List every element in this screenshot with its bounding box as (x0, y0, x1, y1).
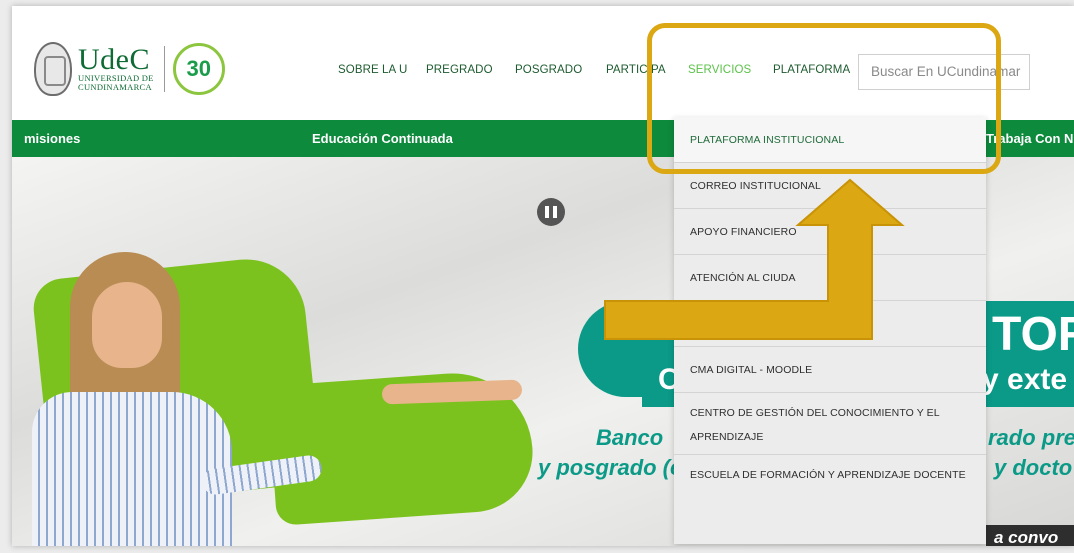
anniversary-badge: 30 (172, 43, 225, 95)
logo-divider (163, 46, 165, 92)
hero-convocatoria-text: a convo (986, 525, 1074, 546)
dropdown-item-hidden[interactable] (674, 301, 986, 347)
dropdown-item-centro-gestion[interactable]: CENTRO DE GESTIÓN DEL CONOCIMIENTO Y EL … (674, 393, 986, 455)
servicios-dropdown: PLATAFORMA INSTITUCIONAL CORREO INSTITUC… (674, 117, 986, 544)
university-seal-icon (34, 42, 72, 96)
nav-posgrado[interactable]: POSGRADO (515, 64, 582, 76)
person-shirt (32, 392, 232, 546)
dropdown-item-apoyo-financiero[interactable]: APOYO FINANCIERO (674, 209, 986, 255)
dropdown-item-escuela-formacion[interactable]: ESCUELA DE FORMACIÓN Y APRENDIZAJE DOCEN… (674, 455, 986, 517)
logo-subtitle-2: CUNDINAMARCA (78, 82, 152, 92)
hero-pregrado-text: rado pre (988, 425, 1074, 450)
logo-name: UdeC (78, 43, 150, 76)
secondary-nav-educacion-continuada[interactable]: Educación Continuada (312, 131, 453, 146)
nav-sobre-la-u[interactable]: SOBRE LA U (338, 64, 407, 76)
secondary-nav-admisiones[interactable]: misiones (24, 131, 80, 146)
hero-posgrado-text: y posgrado (e (538, 455, 683, 480)
highlight-annotation-box (647, 23, 1001, 174)
hero-person-image (32, 252, 324, 546)
pause-icon[interactable] (537, 198, 565, 226)
hero-banco-text: Banco (596, 425, 664, 450)
logo-text: UdeC UNIVERSIDAD DE CUNDINAMARCA (78, 43, 154, 92)
dropdown-item-cma-digital-moodle[interactable]: CMA DIGITAL - MOODLE (674, 347, 986, 393)
nav-pregrado[interactable]: PREGRADO (426, 64, 493, 76)
person-face (92, 282, 162, 368)
hero-doctorado-text: y docto (994, 455, 1073, 480)
dropdown-item-atencion-al-ciudadano[interactable]: ATENCIÓN AL CIUDA (674, 255, 986, 301)
hero-subtitle-right: y exte (982, 363, 1068, 396)
site-logo[interactable]: UdeC UNIVERSIDAD DE CUNDINAMARCA 30 (34, 42, 225, 96)
hero-title-text: TOR (992, 308, 1074, 361)
